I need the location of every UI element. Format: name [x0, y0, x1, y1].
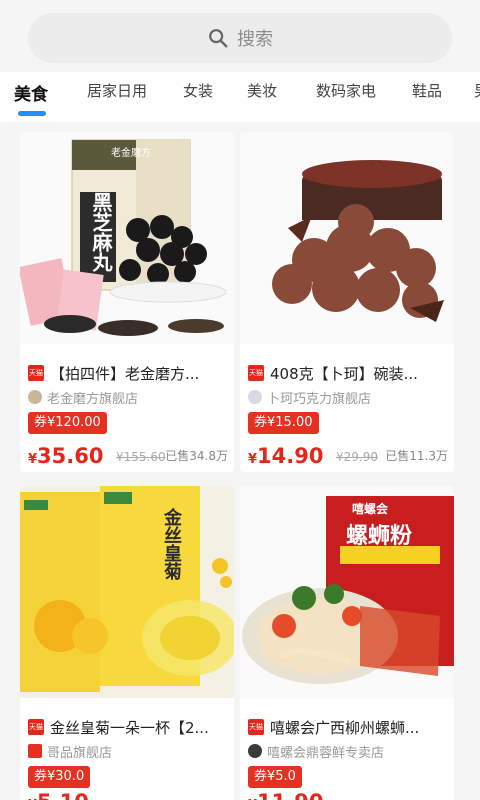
- shop-name[interactable]: 老金磨方旗舰店: [47, 388, 138, 407]
- product-title-row: 天猫 408克【卜珂】碗装...: [248, 362, 448, 384]
- original-price: ¥155.60: [116, 450, 166, 464]
- shop-name[interactable]: 嘻螺会鼎蓉鲜专卖店: [267, 742, 384, 761]
- product-card[interactable]: 黑芝麻丸 老金磨方 天猫 【拍四件】老金磨方... 老金磨方旗舰店 券¥120.…: [20, 132, 234, 472]
- shop-logo-icon: [28, 390, 42, 404]
- price: ¥11.90: [248, 790, 323, 800]
- shop-logo-icon: [28, 744, 42, 758]
- product-title[interactable]: 【拍四件】老金磨方...: [50, 363, 199, 384]
- price-row: ¥5.10: [28, 788, 228, 800]
- product-title[interactable]: 嘻螺会广西柳州螺蛳...: [270, 717, 419, 738]
- tab-beauty[interactable]: 美妆: [247, 80, 277, 101]
- tmall-badge: 天猫: [28, 365, 44, 381]
- box-title-text: 黑芝麻丸: [89, 192, 113, 272]
- sold-count: 已售34.8万: [165, 449, 228, 463]
- shop-logo-icon: [248, 744, 262, 758]
- product-card[interactable]: 嘻螺会 螺蛳粉 天猫 嘻螺会广西柳州螺蛳... 嘻螺会鼎蓉鲜专卖店 券¥5.0 …: [240, 486, 454, 800]
- shop-row: 嘻螺会鼎蓉鲜专卖店: [248, 741, 384, 761]
- sold-count: 已售11.3万: [385, 449, 448, 463]
- search-area: 搜索: [0, 0, 480, 72]
- tmall-badge: 天猫: [248, 719, 264, 735]
- coupon-badge[interactable]: 券¥120.00: [28, 412, 107, 434]
- shop-name[interactable]: 哥品旗舰店: [47, 742, 112, 761]
- product-image[interactable]: 金丝皇菊: [20, 486, 234, 698]
- price: ¥5.10: [28, 790, 89, 800]
- coupon-badge[interactable]: 券¥30.0: [28, 766, 91, 788]
- tmall-badge: 天猫: [248, 365, 264, 381]
- coupon-badge[interactable]: 券¥15.00: [248, 412, 319, 434]
- product-title[interactable]: 金丝皇菊一朵一杯【2...: [50, 717, 209, 738]
- shop-logo-icon: [248, 390, 262, 404]
- price: ¥35.60: [28, 444, 104, 468]
- product-title[interactable]: 408克【卜珂】碗装...: [270, 363, 418, 384]
- box-title-text: 金丝皇菊: [161, 508, 182, 580]
- shop-name[interactable]: 卜珂巧克力旗舰店: [267, 388, 371, 407]
- original-price: ¥29.90: [336, 450, 378, 464]
- brand-text: 老金磨方: [111, 148, 151, 159]
- product-image[interactable]: 黑芝麻丸 老金磨方: [20, 132, 234, 344]
- tab-food[interactable]: 美食: [14, 80, 48, 105]
- shop-row: 卜珂巧克力旗舰店: [248, 387, 371, 407]
- price: ¥14.90: [248, 444, 324, 468]
- tab-home[interactable]: 居家日用: [87, 80, 147, 101]
- shop-row: 老金磨方旗舰店: [28, 387, 138, 407]
- product-image[interactable]: 嘻螺会 螺蛳粉: [240, 486, 454, 698]
- box-title-text: 螺蛳粉: [346, 523, 413, 549]
- shop-row: 哥品旗舰店: [28, 741, 112, 761]
- product-title-row: 天猫 金丝皇菊一朵一杯【2...: [28, 716, 228, 738]
- price-row: ¥35.60 ¥155.60 已售34.8万: [28, 442, 228, 472]
- coupon-badge[interactable]: 券¥5.0: [248, 766, 302, 788]
- search-icon: [209, 29, 228, 48]
- tab-digital[interactable]: 数码家电: [316, 80, 376, 101]
- tab-shoes[interactable]: 鞋品: [412, 80, 442, 101]
- product-card[interactable]: 金丝皇菊 天猫 金丝皇菊一朵一杯【2... 哥品旗舰店 券¥30.0 ¥5.10: [20, 486, 234, 800]
- tmall-badge: 天猫: [28, 719, 44, 735]
- search-placeholder: 搜索: [237, 29, 273, 50]
- brand-text: 嘻螺会: [352, 502, 389, 516]
- product-title-row: 天猫 嘻螺会广西柳州螺蛳...: [248, 716, 448, 738]
- product-title-row: 天猫 【拍四件】老金磨方...: [28, 362, 228, 384]
- search-bar[interactable]: 搜索: [28, 13, 452, 63]
- product-image[interactable]: [240, 132, 454, 344]
- category-tabs: 美食 居家日用 女装 美妆 数码家电 鞋品 男: [0, 72, 480, 122]
- active-tab-indicator: [18, 111, 46, 116]
- price-row: ¥14.90 ¥29.90 已售11.3万: [248, 442, 448, 472]
- tab-men[interactable]: 男: [474, 80, 480, 101]
- product-card[interactable]: 天猫 408克【卜珂】碗装... 卜珂巧克力旗舰店 券¥15.00 ¥14.90…: [240, 132, 454, 472]
- tab-women[interactable]: 女装: [183, 80, 213, 101]
- price-row: ¥11.90: [248, 788, 448, 800]
